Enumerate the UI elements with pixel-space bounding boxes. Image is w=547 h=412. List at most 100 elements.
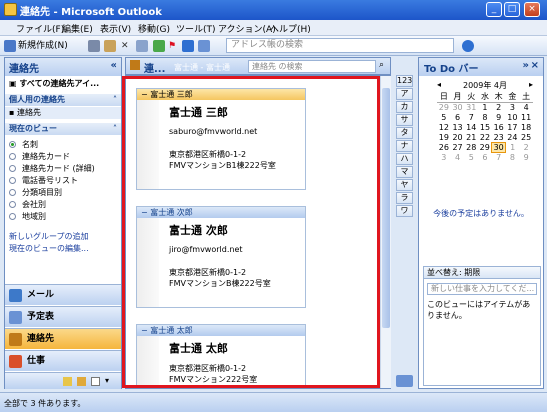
- view-option[interactable]: 連絡先カード: [5, 151, 121, 163]
- add-group-link[interactable]: 新しいグループの追加: [5, 231, 121, 243]
- calendar-day[interactable]: 10: [506, 113, 520, 123]
- personal-contacts-section[interactable]: 個人用の連絡先 ˄: [5, 94, 121, 106]
- calendar-day[interactable]: 30: [491, 142, 507, 153]
- search-icon[interactable]: ⌕: [379, 60, 384, 70]
- calendar-day[interactable]: 1: [478, 103, 492, 113]
- calendar-day[interactable]: 23: [492, 133, 506, 143]
- calendar-day[interactable]: 29: [437, 103, 451, 113]
- calendar-day[interactable]: 8: [478, 113, 492, 123]
- calendar-day[interactable]: 2: [492, 103, 506, 113]
- folder-list-icon[interactable]: [77, 377, 86, 386]
- calendar-day[interactable]: 19: [437, 133, 451, 143]
- collapse-left-icon[interactable]: «: [111, 60, 117, 71]
- calendar-day[interactable]: 5: [437, 113, 451, 123]
- calendar-day[interactable]: 14: [464, 123, 478, 133]
- calendar-day[interactable]: 1: [506, 143, 520, 153]
- close-button[interactable]: ×: [524, 2, 540, 17]
- index-tab[interactable]: ア: [396, 88, 413, 100]
- menu-view[interactable]: 表示(V): [100, 22, 131, 35]
- view-option[interactable]: 名刺: [5, 139, 121, 151]
- menu-go[interactable]: 移動(G): [138, 22, 170, 35]
- calendar-day[interactable]: 8: [506, 153, 520, 163]
- close-todo-icon[interactable]: ×: [531, 60, 539, 71]
- view-option[interactable]: 分類項目別: [5, 187, 121, 199]
- calendar-day[interactable]: 5: [464, 153, 478, 163]
- calendar-day[interactable]: 11: [519, 113, 533, 123]
- index-tab[interactable]: ハ: [396, 153, 413, 165]
- phone-icon[interactable]: [136, 40, 148, 52]
- calendar-day[interactable]: 21: [464, 133, 478, 143]
- configure-buttons-icon[interactable]: ▾: [105, 370, 109, 391]
- calendar-day[interactable]: 9: [519, 153, 533, 163]
- calendar-day[interactable]: 3: [437, 153, 451, 163]
- calendar-day[interactable]: 6: [451, 113, 465, 123]
- calendar-day[interactable]: 28: [464, 143, 478, 153]
- nav-button-calendar[interactable]: 予定表: [5, 306, 121, 327]
- edit-view-link[interactable]: 現在のビューの編集...: [5, 243, 121, 255]
- address-book-icon[interactable]: [198, 40, 210, 52]
- new-task-input[interactable]: 新しい仕事を入力してくだ...: [427, 283, 537, 295]
- view-option[interactable]: 会社別: [5, 199, 121, 211]
- calendar-day[interactable]: 4: [519, 103, 533, 113]
- delete-icon[interactable]: ✕: [121, 39, 129, 53]
- nav-button-tasks[interactable]: 仕事: [5, 350, 121, 371]
- minimize-button[interactable]: _: [486, 2, 502, 17]
- help-icon[interactable]: [462, 40, 474, 52]
- nav-button-mail[interactable]: メール: [5, 284, 121, 305]
- contacts-folder-item[interactable]: ▪ 連絡先: [5, 107, 121, 119]
- view-option[interactable]: 連絡先カード (詳細): [5, 163, 121, 175]
- calendar-day[interactable]: 24: [506, 133, 520, 143]
- nav-button-contacts[interactable]: 連絡先: [5, 328, 121, 349]
- calendar-day[interactable]: 7: [492, 153, 506, 163]
- expand-right-icon[interactable]: »: [523, 60, 529, 71]
- calendar-day[interactable]: 18: [519, 123, 533, 133]
- index-tab[interactable]: マ: [396, 166, 413, 178]
- task-sort-header[interactable]: 並べ替え: 期限: [424, 267, 540, 279]
- calendar-day[interactable]: 13: [451, 123, 465, 133]
- index-tab[interactable]: カ: [396, 101, 413, 113]
- index-tab[interactable]: ナ: [396, 140, 413, 152]
- calendar-day[interactable]: 2: [519, 143, 533, 153]
- send-icon[interactable]: [182, 40, 194, 52]
- calendar-day[interactable]: 27: [451, 143, 465, 153]
- menu-actions[interactable]: アクション(A): [218, 22, 276, 35]
- index-tab[interactable]: 123: [396, 75, 413, 87]
- new-button[interactable]: 新規作成(N): [18, 39, 68, 53]
- calendar-day[interactable]: 16: [492, 123, 506, 133]
- move-folder-icon[interactable]: [104, 40, 116, 52]
- calendar-day[interactable]: 15: [478, 123, 492, 133]
- follow-up-flag-icon[interactable]: ⚑: [168, 39, 176, 53]
- calendar-day[interactable]: 31: [464, 103, 478, 113]
- index-tab[interactable]: ワ: [396, 205, 413, 217]
- menu-edit[interactable]: 編集(E): [62, 22, 93, 35]
- index-tab[interactable]: サ: [396, 114, 413, 126]
- scroll-thumb[interactable]: [382, 88, 390, 328]
- calendar-day[interactable]: 25: [519, 133, 533, 143]
- contact-search-input[interactable]: 連絡先 の検索: [248, 60, 376, 73]
- address-search-input[interactable]: アドレス帳の検索: [226, 38, 454, 53]
- calendar-day[interactable]: 22: [478, 133, 492, 143]
- calendar-day[interactable]: 17: [506, 123, 520, 133]
- index-tab[interactable]: タ: [396, 127, 413, 139]
- calendar-day[interactable]: 6: [478, 153, 492, 163]
- calendar-day[interactable]: 20: [451, 133, 465, 143]
- calendar-day[interactable]: 4: [451, 153, 465, 163]
- calendar-day[interactable]: 30: [451, 103, 465, 113]
- menu-tools[interactable]: ツール(T): [176, 22, 216, 35]
- contact-options-icon[interactable]: [396, 375, 413, 387]
- all-contacts-item[interactable]: ▣ すべての連絡先アイ...: [5, 78, 121, 90]
- print-icon[interactable]: [88, 40, 100, 52]
- index-tab[interactable]: ラ: [396, 192, 413, 204]
- maximize-button[interactable]: □: [504, 2, 520, 17]
- calendar-day[interactable]: 29: [478, 143, 492, 153]
- prev-month-icon[interactable]: ◂: [437, 80, 441, 89]
- shortcuts-icon[interactable]: [91, 377, 100, 386]
- menu-file[interactable]: ファイル(F): [16, 22, 64, 35]
- current-view-section[interactable]: 現在のビュー ˄: [5, 123, 121, 135]
- calendar-day[interactable]: 26: [437, 143, 451, 153]
- view-option[interactable]: 電話番号リスト: [5, 175, 121, 187]
- index-tab[interactable]: ヤ: [396, 179, 413, 191]
- calendar-day[interactable]: 9: [492, 113, 506, 123]
- calendar-day[interactable]: 12: [437, 123, 451, 133]
- next-month-icon[interactable]: ▸: [529, 80, 533, 89]
